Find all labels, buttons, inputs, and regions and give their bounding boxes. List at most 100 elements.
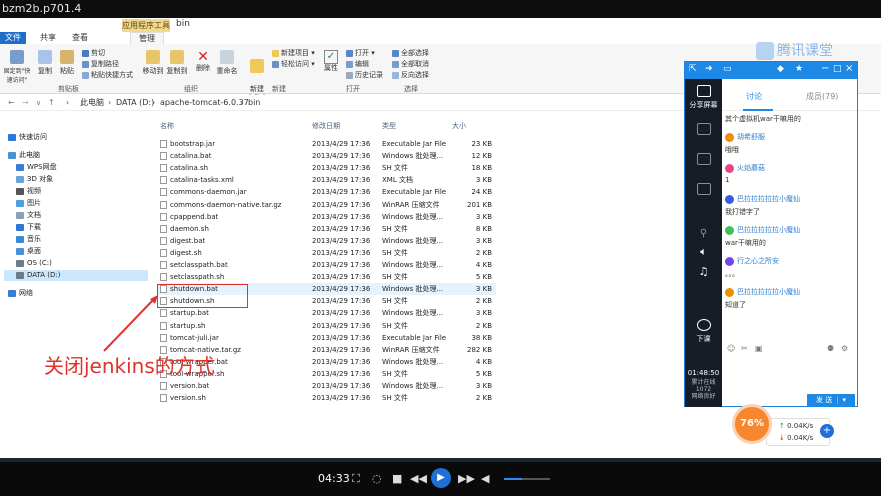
scissors-icon[interactable]: ✂ — [741, 344, 748, 353]
file-row[interactable]: daemon.sh 2013/4/29 17:36 SH 文件 8 KB — [158, 223, 496, 235]
file-row[interactable]: version.sh 2013/4/29 17:36 SH 文件 2 KB — [158, 392, 496, 404]
file-row[interactable]: tomcat-juli.jar 2013/4/29 17:36 Executable… — [158, 332, 496, 344]
tab-view[interactable]: 查看 — [72, 32, 88, 44]
copy-button[interactable]: 复制 — [36, 50, 54, 76]
tab-manage[interactable]: 管理 — [130, 32, 164, 44]
chat-sender[interactable]: 巴拉拉拉拉拉小魔仙 — [725, 287, 800, 297]
members-icon[interactable]: ⚉ — [827, 344, 834, 353]
breadcrumb-data-d[interactable]: DATA (D:) — [116, 95, 154, 111]
volume-icon[interactable]: ◀ — [481, 462, 489, 496]
tab-members[interactable]: 成员(79) — [806, 91, 838, 102]
easy-access-button[interactable]: 轻松访问 ▾ — [272, 60, 315, 69]
history-button[interactable]: 历史记录 — [346, 71, 383, 80]
gear-icon[interactable]: ⚙ — [841, 344, 848, 353]
close-icon[interactable]: × — [845, 63, 853, 74]
list-icon[interactable]: ◌ — [372, 462, 382, 496]
nav-item-data-d[interactable]: DATA (D:) — [4, 270, 148, 281]
sidebar-tool-3[interactable] — [685, 183, 722, 199]
music-icon[interactable]: ♫ — [685, 266, 722, 277]
delete-button[interactable]: ✕ 删除 — [194, 50, 212, 73]
nav-item-3d-objects[interactable]: 3D 对象 — [16, 174, 148, 185]
back-arrow-icon[interactable]: ← — [8, 95, 15, 111]
file-row[interactable]: startup.sh 2013/4/29 17:36 SH 文件 2 KB — [158, 320, 496, 332]
file-row[interactable]: catalina.sh 2013/4/29 17:36 SH 文件 18 KB — [158, 162, 496, 174]
sidebar-tool-1[interactable] — [685, 123, 722, 139]
stop-icon[interactable]: ■ — [392, 462, 402, 496]
prev-icon[interactable]: ◀◀ — [410, 462, 427, 496]
select-all-button[interactable]: 全部选择 — [392, 49, 429, 58]
rename-button[interactable]: 重命名 — [214, 50, 240, 76]
properties-button[interactable]: ✓ 属性 — [322, 50, 340, 73]
network-speed-widget[interactable]: ↑ 0.04K/s ↓ 0.04K/s 76% + — [732, 404, 834, 446]
nav-item-desktop[interactable]: 桌面 — [16, 246, 148, 257]
recent-chevron-icon[interactable]: ∨ — [36, 95, 41, 111]
nav-item-videos[interactable]: 视频 — [16, 186, 148, 197]
nav-item-music[interactable]: 音乐 — [16, 234, 148, 245]
column-header-date[interactable]: 修改日期 — [312, 120, 340, 132]
file-row[interactable]: cpappend.bat 2013/4/29 17:36 Windows 批处理..… — [158, 211, 496, 223]
cut-button[interactable]: 剪切 — [82, 49, 105, 58]
forward-arrow-icon[interactable]: → — [22, 95, 29, 111]
edit-button[interactable]: 编辑 — [346, 60, 369, 69]
chat-sender[interactable]: 胡希舒服 — [725, 132, 765, 142]
pin-icon[interactable]: ⇱ — [689, 64, 697, 74]
next-icon[interactable]: ▶▶ — [458, 462, 475, 496]
breadcrumb-bin[interactable]: bin — [248, 95, 260, 111]
up-arrow-icon[interactable]: ↑ — [48, 95, 55, 111]
file-row[interactable]: catalina.bat 2013/4/29 17:36 Windows 批处理..… — [158, 150, 496, 162]
file-row[interactable]: bootstrap.jar 2013/4/29 17:36 Executable J… — [158, 138, 496, 150]
file-row[interactable]: commons-daemon-native.tar.gz 2013/4/29 17… — [158, 199, 496, 211]
chevron-down-icon[interactable]: ▾ — [837, 396, 846, 404]
paste-shortcut-button[interactable]: 粘贴快捷方式 — [82, 71, 133, 80]
play-icon[interactable]: ▶ — [431, 468, 451, 488]
star-icon[interactable]: ★ — [795, 64, 803, 74]
sidebar-tool-2[interactable] — [685, 153, 722, 169]
nav-item-pictures[interactable]: 图片 — [16, 198, 148, 209]
open-button[interactable]: 打开 ▾ — [346, 49, 375, 58]
file-row[interactable]: commons-daemon.jar 2013/4/29 17:36 Executa… — [158, 186, 496, 198]
share-screen-button[interactable]: 分享屏幕 — [685, 85, 722, 110]
breadcrumb-tomcat[interactable]: apache-tomcat-6.0.37 — [160, 95, 249, 111]
file-row[interactable]: startup.bat 2013/4/29 17:36 Windows 批处理...… — [158, 307, 496, 319]
new-item-button[interactable]: 新建项目 ▾ — [272, 49, 315, 58]
file-row[interactable]: version.bat 2013/4/29 17:36 Windows 批处理...… — [158, 380, 496, 392]
tab-discuss[interactable]: 讨论 — [746, 91, 762, 102]
column-header-type[interactable]: 类型 — [382, 120, 396, 132]
nav-item-downloads[interactable]: 下载 — [16, 222, 148, 233]
speaker-icon[interactable]: 🔈︎ — [685, 246, 722, 257]
file-row[interactable]: catalina-tasks.xml 2013/4/29 17:36 XML 文档 3… — [158, 174, 496, 186]
chat-sender[interactable]: 巴拉拉拉拉拉小魔仙 — [725, 194, 800, 204]
minimize-icon[interactable]: − — [821, 63, 829, 74]
fullscreen-icon[interactable]: ⛶ — [352, 462, 360, 496]
invert-selection-button[interactable]: 反向选择 — [392, 71, 429, 80]
send-button[interactable]: 发 送 ▾ — [807, 394, 855, 407]
nav-item-quick-access[interactable]: 快速访问 — [8, 132, 148, 143]
pin-quick-access-button[interactable]: 固定到"快速访问" — [2, 50, 32, 85]
nav-item-this-pc[interactable]: 此电脑 — [8, 150, 148, 161]
settings-icon[interactable]: ◆ — [777, 64, 784, 74]
chat-input[interactable] — [723, 358, 857, 392]
tab-file[interactable]: 文件 — [0, 32, 26, 44]
file-row[interactable]: digest.sh 2013/4/29 17:36 SH 文件 2 KB — [158, 247, 496, 259]
emoji-icon[interactable]: ☺ — [727, 344, 735, 353]
image-icon[interactable]: ▣ — [755, 344, 763, 353]
column-header-size[interactable]: 大小 — [452, 120, 466, 132]
file-row[interactable]: digest.bat 2013/4/29 17:36 Windows 批处理... 3… — [158, 235, 496, 247]
end-class-button[interactable]: 下课 — [685, 319, 722, 344]
file-row[interactable]: setclasspath.sh 2013/4/29 17:36 SH 文件 5 KB — [158, 271, 496, 283]
paste-button[interactable]: 粘贴 — [58, 50, 76, 76]
breadcrumb-this-pc[interactable]: 此电脑 — [80, 95, 104, 111]
select-none-button[interactable]: 全部取消 — [392, 60, 429, 69]
chat-sender[interactable]: 行之心之所安 — [725, 256, 779, 266]
chat-sender[interactable]: 火焰蘑菇 — [725, 163, 765, 173]
expand-icon[interactable]: ➜ — [705, 64, 713, 74]
volume-slider[interactable] — [504, 478, 550, 480]
file-row[interactable]: setclasspath.bat 2013/4/29 17:36 Windows 批… — [158, 259, 496, 271]
copy-to-button[interactable]: 复制到 — [166, 50, 188, 76]
nav-item-documents[interactable]: 文档 — [16, 210, 148, 221]
tab-share[interactable]: 共享 — [40, 32, 56, 44]
nav-item-wps-cloud[interactable]: WPS网盘 — [16, 162, 148, 173]
chat-sender[interactable]: 巴拉拉拉拉拉小魔仙 — [725, 225, 800, 235]
nav-item-os-c[interactable]: OS (C:) — [16, 258, 148, 269]
column-header-name[interactable]: 名称 — [160, 120, 174, 132]
